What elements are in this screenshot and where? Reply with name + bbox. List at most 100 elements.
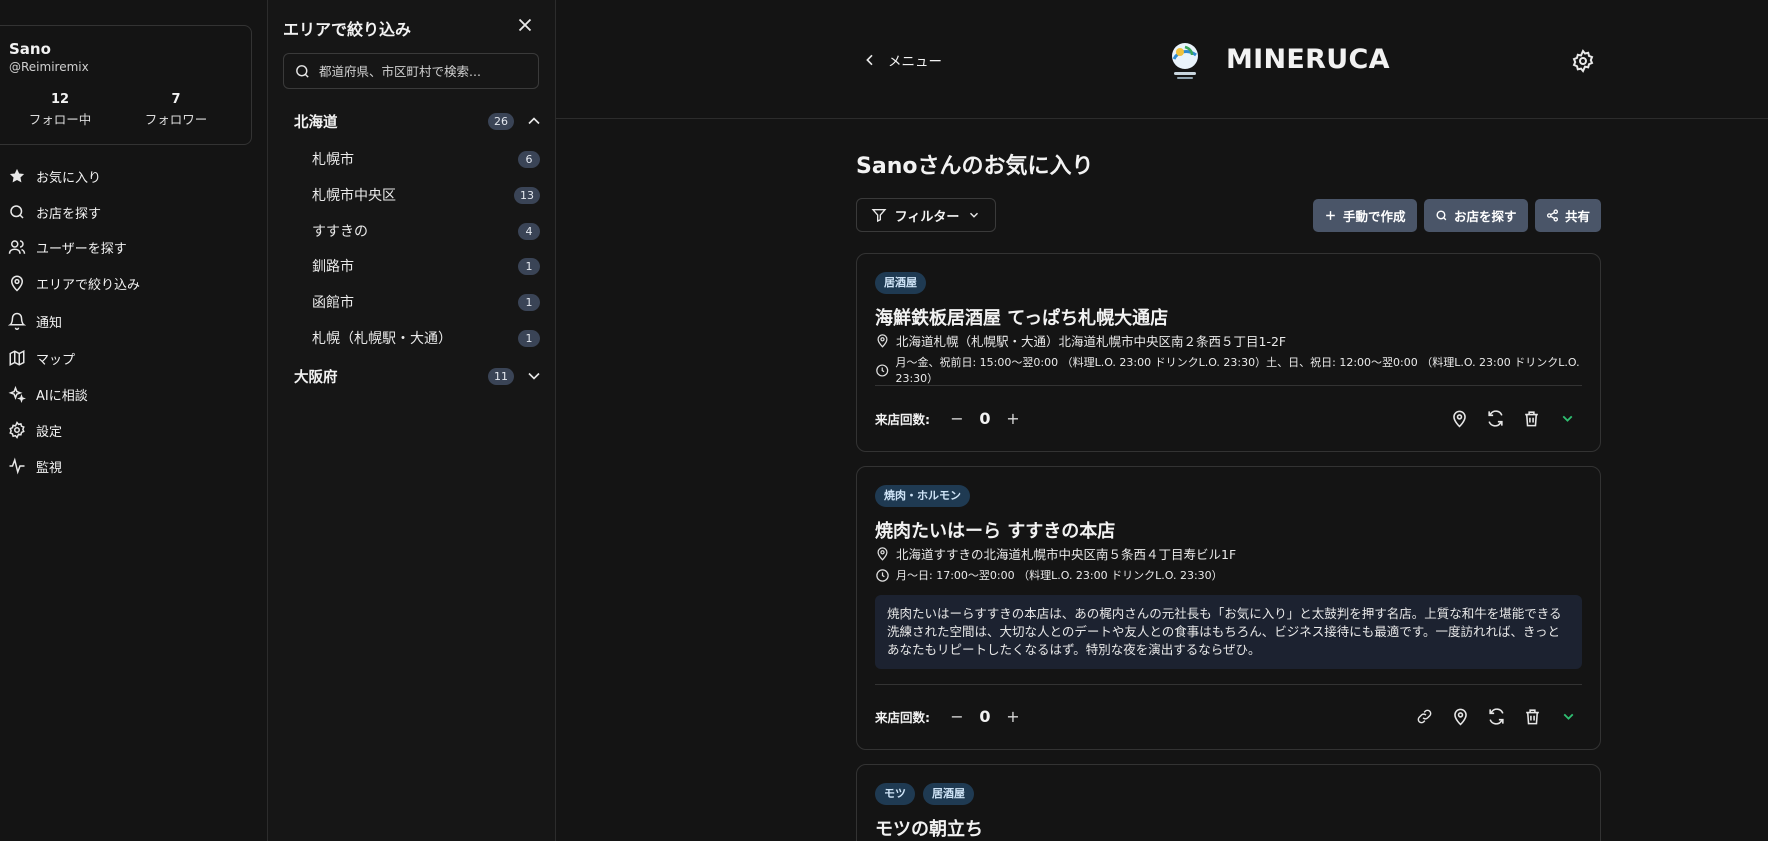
prefecture-name: 北海道 (294, 114, 338, 131)
city-name: 釧路市 (312, 259, 354, 275)
menu-back-label: メニュー (888, 54, 942, 70)
city-name: すすきの (312, 224, 368, 240)
nav-find-users-label: ユーザーを探す (36, 241, 127, 257)
nav-monitor[interactable]: 監視 (8, 452, 258, 480)
city-item[interactable]: 釧路市 1 (312, 254, 540, 278)
nav-map-label: マップ (36, 352, 76, 368)
area-panel-title: エリアで絞り込み (283, 20, 412, 39)
share-icon (1546, 209, 1559, 222)
filter-button[interactable]: フィルター (856, 198, 996, 232)
chevron-left-icon (866, 54, 873, 66)
profile-handle: @Reimiremix (9, 60, 89, 74)
manual-create-label: 手動で作成 (1343, 209, 1406, 224)
refresh-icon[interactable] (1485, 705, 1507, 727)
shop-hours-row: 月〜金、祝前日: 15:00〜翌0:00 （料理L.O. 23:00 ドリンクL… (875, 354, 1600, 386)
visit-counter: 来店回数: − 0 + (875, 703, 1026, 729)
shop-hours: 月〜金、祝前日: 15:00〜翌0:00 （料理L.O. 23:00 ドリンクL… (895, 356, 1580, 385)
city-name: 札幌市中央区 (312, 188, 396, 204)
nav-find-shop[interactable]: お店を探す (8, 198, 258, 226)
shop-address: 北海道すすきの北海道札幌市中央区南５条西４丁目寿ビル1F (896, 547, 1237, 562)
shop-name[interactable]: 焼肉たいはーら すすきの本店 (875, 517, 1115, 543)
gear-icon[interactable] (1571, 49, 1595, 73)
trash-icon[interactable] (1520, 407, 1542, 429)
increment-button[interactable]: + (1000, 405, 1026, 431)
followers-stat[interactable]: 7 フォロワー (121, 92, 231, 128)
prefecture-osaka[interactable]: 大阪府 11 (294, 364, 544, 388)
find-shop-button[interactable]: お店を探す (1424, 199, 1528, 232)
activity-icon (9, 457, 25, 475)
city-name: 札幌（札幌駅・大通） (312, 331, 452, 347)
card-divider (875, 385, 1582, 386)
tag-list: 居酒屋 (875, 272, 926, 294)
genre-tag: モツ (875, 783, 915, 805)
search-icon (296, 64, 309, 78)
menu-back-button[interactable]: メニュー (862, 50, 942, 70)
find-shop-label: お店を探す (1454, 209, 1517, 224)
visit-counter: 来店回数: − 0 + (875, 405, 1026, 431)
visit-count-value: 0 (979, 706, 991, 726)
decrement-button[interactable]: − (944, 405, 970, 431)
profile-name: Sano (9, 40, 51, 58)
manual-create-button[interactable]: 手動で作成 (1313, 199, 1417, 232)
genre-tag: 焼肉・ホルモン (875, 485, 970, 507)
nav-find-shop-label: お店を探す (36, 206, 102, 222)
city-item[interactable]: 函館市 1 (312, 290, 540, 314)
link-icon[interactable] (1413, 705, 1435, 727)
decrement-button[interactable]: − (944, 703, 970, 729)
share-button[interactable]: 共有 (1535, 199, 1602, 232)
city-item[interactable]: 札幌（札幌駅・大通） 1 (312, 326, 540, 350)
increment-button[interactable]: + (1000, 703, 1026, 729)
chevron-down-icon[interactable] (1556, 407, 1578, 429)
shop-name[interactable]: 海鮮鉄板居酒屋 てっぱち札幌大通店 (875, 304, 1168, 330)
prefecture-name: 大阪府 (294, 369, 338, 386)
area-filter-panel: エリアで絞り込み 北海道 26 札幌市 6 札幌市中央区 13 すすきの 4 釧… (268, 0, 556, 841)
tag-list: モツ 居酒屋 (875, 783, 974, 805)
nav-favorites-label: お気に入り (36, 170, 102, 186)
nav-notifications-label: 通知 (36, 315, 63, 331)
nav-favorites[interactable]: お気に入り (8, 162, 258, 190)
map-pin-icon (877, 334, 888, 348)
city-count-badge: 1 (518, 293, 540, 311)
app-logo (1172, 43, 1198, 79)
gear-icon (9, 421, 25, 439)
star-icon (9, 168, 25, 183)
map-pin-icon (10, 275, 24, 292)
chevron-down-icon[interactable] (524, 366, 544, 386)
tag-list: 焼肉・ホルモン (875, 485, 970, 507)
shop-address: 北海道札幌（札幌駅・大通）北海道札幌市中央区南２条西５丁目1-2F (896, 334, 1287, 349)
shop-address-row: 北海道すすきの北海道札幌市中央区南５条西４丁目寿ビル1F (875, 544, 1236, 563)
close-icon[interactable] (514, 14, 536, 36)
city-count-badge: 1 (518, 329, 540, 347)
favorite-card: 居酒屋 海鮮鉄板居酒屋 てっぱち札幌大通店 北海道札幌（札幌駅・大通）北海道札幌… (856, 253, 1601, 452)
city-item[interactable]: 札幌市 6 (312, 147, 540, 171)
nav-ai-consult[interactable]: AIに相談 (8, 380, 258, 408)
nav-ai-consult-label: AIに相談 (36, 388, 88, 404)
chevron-down-icon (970, 212, 979, 218)
trash-icon[interactable] (1521, 705, 1543, 727)
nav-settings[interactable]: 設定 (8, 416, 258, 444)
refresh-icon[interactable] (1484, 407, 1506, 429)
nav-area-filter[interactable]: エリアで絞り込み (8, 269, 258, 297)
area-search-box (283, 53, 539, 89)
following-stat[interactable]: 12 フォロー中 (5, 92, 115, 128)
city-name: 函館市 (312, 295, 354, 311)
nav-map[interactable]: マップ (8, 344, 258, 372)
nav-notifications[interactable]: 通知 (8, 307, 258, 335)
chevron-up-icon[interactable] (524, 111, 544, 131)
city-item[interactable]: 札幌市中央区 13 (312, 183, 540, 207)
map-pin-icon[interactable] (1449, 705, 1471, 727)
city-item[interactable]: すすきの 4 (312, 219, 540, 243)
map-pin-icon[interactable] (1448, 407, 1470, 429)
nav-find-users[interactable]: ユーザーを探す (8, 233, 258, 261)
city-name: 札幌市 (312, 152, 354, 168)
chevron-down-icon[interactable] (1557, 705, 1579, 727)
shop-hours: 月〜日: 17:00〜翌0:00 （料理L.O. 23:00 ドリンクL.O. … (896, 569, 1223, 582)
favorite-card: 焼肉・ホルモン 焼肉たいはーら すすきの本店 北海道すすきの北海道札幌市中央区南… (856, 466, 1601, 750)
filter-icon (871, 209, 887, 223)
shop-hours-row: 月〜日: 17:00〜翌0:00 （料理L.O. 23:00 ドリンクL.O. … (875, 567, 1223, 583)
following-count: 12 (50, 92, 70, 107)
area-search-input[interactable] (319, 63, 519, 79)
profile-card[interactable]: Sano @Reimiremix 12 フォロー中 7 フォロワー (0, 25, 252, 145)
shop-name[interactable]: モツの朝立ち (875, 815, 983, 841)
prefecture-hokkaido[interactable]: 北海道 26 (294, 109, 544, 133)
